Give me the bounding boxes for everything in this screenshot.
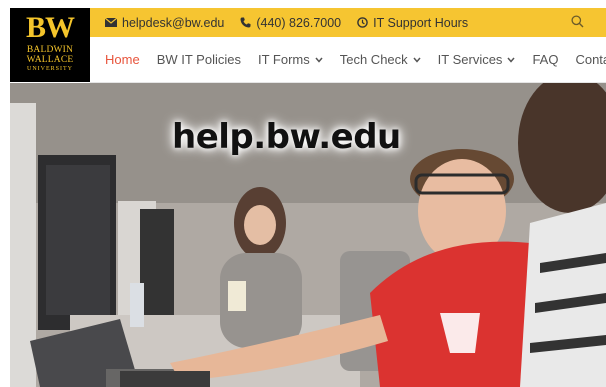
- search-icon: [571, 15, 584, 28]
- nav-tech-check[interactable]: Tech Check: [340, 52, 421, 67]
- hero-title: help.bw.edu: [172, 117, 401, 157]
- phone-text: (440) 826.7000: [256, 15, 342, 30]
- nav-contact-label: Contact: [575, 52, 606, 67]
- logo-line-wallace: WALLACE: [26, 55, 74, 65]
- nav-home-label: Home: [105, 52, 140, 67]
- phone-icon: [240, 17, 251, 28]
- nav-faq-label: FAQ: [532, 52, 559, 67]
- top-contact-bar: helpdesk@bw.edu (440) 826.7000 IT Suppor…: [90, 8, 606, 37]
- chevron-down-icon: [315, 57, 323, 63]
- hero-banner: help.bw.edu: [10, 83, 606, 387]
- nav-it-services-label: IT Services: [437, 52, 503, 67]
- phone-link[interactable]: (440) 826.7000: [240, 16, 341, 30]
- chevron-down-icon: [507, 57, 516, 63]
- support-hours-text: IT Support Hours: [373, 15, 469, 30]
- bw-logo[interactable]: BW BALDWIN WALLACE UNIVERSITY: [10, 8, 90, 82]
- clock-icon: [357, 17, 368, 28]
- chevron-down-icon: [413, 57, 421, 63]
- envelope-icon: [105, 18, 117, 27]
- logo-line-university: UNIVERSITY: [27, 66, 73, 72]
- nav-tech-check-label: Tech Check: [339, 52, 408, 67]
- nav-contact[interactable]: Contact: [575, 52, 606, 67]
- nav-home[interactable]: Home: [105, 52, 140, 67]
- email-text: helpdesk@bw.edu: [122, 15, 225, 30]
- nav-it-forms-label: IT Forms: [257, 52, 310, 67]
- email-link[interactable]: helpdesk@bw.edu: [105, 16, 224, 30]
- support-hours-link[interactable]: IT Support Hours: [357, 16, 468, 30]
- nav-faq[interactable]: FAQ: [532, 52, 558, 67]
- logo-mark: BW: [25, 11, 75, 44]
- search-button[interactable]: [571, 15, 584, 31]
- nav-it-policies[interactable]: BW IT Policies: [157, 52, 241, 67]
- logo-line-baldwin: BALDWIN: [26, 45, 74, 55]
- nav-it-forms[interactable]: IT Forms: [258, 52, 323, 67]
- nav-it-policies-label: BW IT Policies: [156, 52, 241, 67]
- main-nav: Home BW IT Policies IT Forms Tech Check …: [90, 37, 606, 83]
- nav-it-services[interactable]: IT Services: [438, 52, 516, 67]
